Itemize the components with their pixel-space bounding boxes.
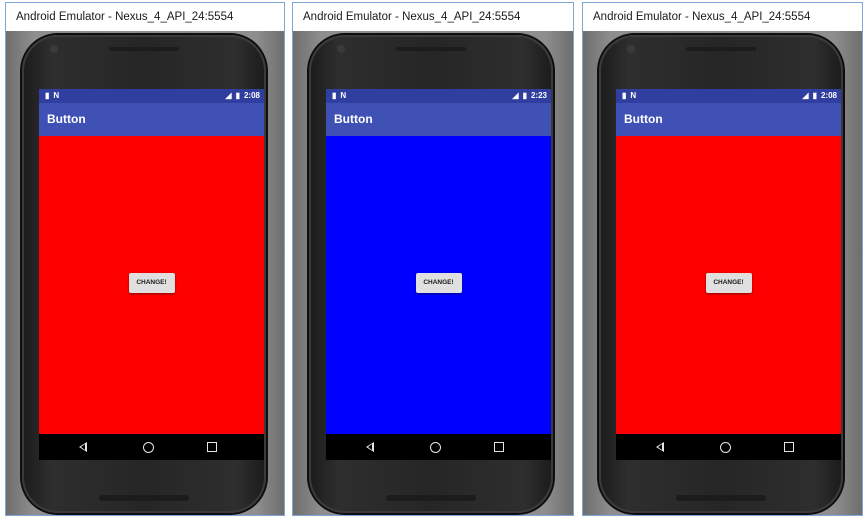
battery-icon: ▮: [235, 91, 240, 100]
battery-icon: ▮: [522, 91, 527, 100]
change-button[interactable]: CHANGE!: [415, 273, 462, 293]
phone-frame: ▮ N ◢ ▮ 2:23 Button CHANGE!: [309, 35, 553, 513]
status-time: 2:23: [530, 91, 547, 100]
change-button[interactable]: CHANGE!: [705, 273, 752, 293]
notification-n-icon: N: [53, 91, 60, 100]
status-time: 2:08: [243, 91, 260, 100]
sd-card-icon: ▮: [622, 91, 627, 100]
notification-n-icon: N: [630, 91, 637, 100]
battery-icon: ▮: [812, 91, 817, 100]
bottom-speaker: [99, 495, 189, 501]
recents-button[interactable]: [494, 434, 504, 460]
emulator-window-2: Android Emulator - Nexus_4_API_24:5554 ▮…: [292, 2, 574, 516]
sd-card-icon: ▮: [332, 91, 337, 100]
earpiece-speaker: [396, 47, 466, 51]
nav-bar: [616, 434, 841, 460]
app-title: Button: [334, 112, 373, 126]
earpiece-speaker: [686, 47, 756, 51]
emulator-body: ▮ N ◢ ▮ 2:08 Button CHANGE!: [6, 31, 284, 515]
back-icon: [366, 442, 374, 453]
bottom-speaker: [386, 495, 476, 501]
home-button[interactable]: [720, 434, 731, 460]
emulator-body: ▮ N ◢ ▮ 2:08 Button CHANGE!: [583, 31, 862, 515]
recents-button[interactable]: [207, 434, 217, 460]
earpiece-speaker: [109, 47, 179, 51]
emulator-body: ▮ N ◢ ▮ 2:23 Button CHANGE!: [293, 31, 573, 515]
phone-screen: ▮ N ◢ ▮ 2:23 Button CHANGE!: [326, 89, 551, 460]
signal-icon: ◢: [512, 91, 519, 100]
back-icon: [79, 442, 87, 453]
app-content: CHANGE!: [326, 136, 551, 434]
window-title: Android Emulator - Nexus_4_API_24:5554: [293, 3, 573, 31]
phone-screen: ▮ N ◢ ▮ 2:08 Button CHANGE!: [39, 89, 264, 460]
home-icon: [720, 441, 731, 453]
phone-screen: ▮ N ◢ ▮ 2:08 Button CHANGE!: [616, 89, 841, 460]
home-icon: [143, 441, 154, 453]
recents-button[interactable]: [784, 434, 794, 460]
sd-card-icon: ▮: [45, 91, 50, 100]
app-bar: Button: [616, 103, 841, 136]
back-button[interactable]: [366, 434, 374, 460]
home-icon: [430, 441, 441, 453]
nav-bar: [326, 434, 551, 460]
app-bar: Button: [39, 103, 264, 136]
emulator-window-1: Android Emulator - Nexus_4_API_24:5554 ▮…: [5, 2, 285, 516]
phone-frame: ▮ N ◢ ▮ 2:08 Button CHANGE!: [599, 35, 843, 513]
front-camera-icon: [627, 45, 635, 53]
back-button[interactable]: [656, 434, 664, 460]
emulator-window-3: Android Emulator - Nexus_4_API_24:5554 ▮…: [582, 2, 863, 516]
back-icon: [656, 442, 664, 453]
back-button[interactable]: [79, 434, 87, 460]
app-title: Button: [47, 112, 86, 126]
bottom-speaker: [676, 495, 766, 501]
front-camera-icon: [337, 45, 345, 53]
app-content: CHANGE!: [39, 136, 264, 434]
recents-icon: [207, 442, 217, 453]
app-content: CHANGE!: [616, 136, 841, 434]
app-bar: Button: [326, 103, 551, 136]
status-time: 2:08: [820, 91, 837, 100]
home-button[interactable]: [430, 434, 441, 460]
home-button[interactable]: [143, 434, 154, 460]
front-camera-icon: [50, 45, 58, 53]
recents-icon: [784, 442, 794, 453]
nav-bar: [39, 434, 264, 460]
window-title: Android Emulator - Nexus_4_API_24:5554: [6, 3, 284, 31]
app-title: Button: [624, 112, 663, 126]
signal-icon: ◢: [802, 91, 809, 100]
change-button[interactable]: CHANGE!: [128, 273, 175, 293]
signal-icon: ◢: [225, 91, 232, 100]
status-bar: ▮ N ◢ ▮ 2:23: [326, 89, 551, 103]
notification-n-icon: N: [340, 91, 347, 100]
phone-frame: ▮ N ◢ ▮ 2:08 Button CHANGE!: [22, 35, 266, 513]
status-bar: ▮ N ◢ ▮ 2:08: [39, 89, 264, 103]
status-bar: ▮ N ◢ ▮ 2:08: [616, 89, 841, 103]
window-title: Android Emulator - Nexus_4_API_24:5554: [583, 3, 862, 31]
recents-icon: [494, 442, 504, 453]
